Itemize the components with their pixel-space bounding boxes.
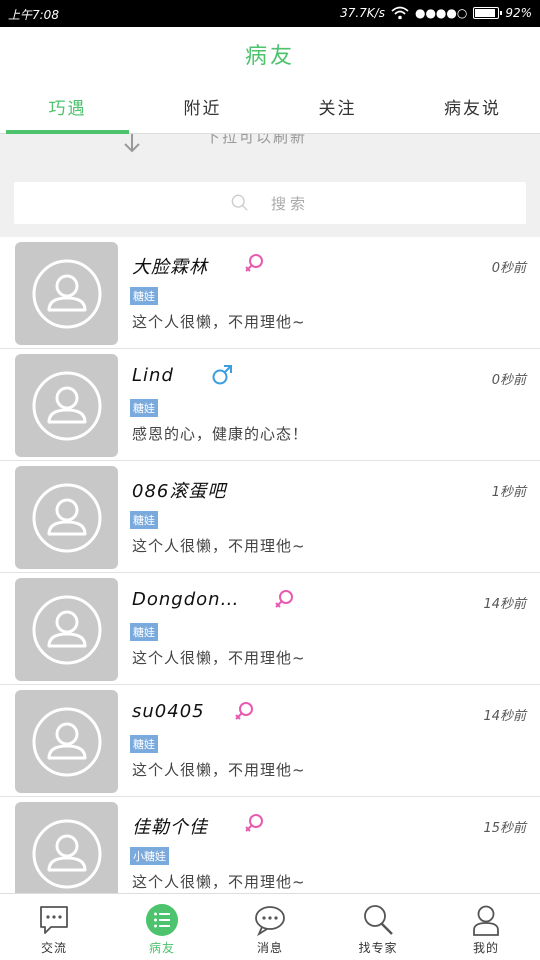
- tab-following[interactable]: 关注: [270, 87, 405, 133]
- network-speed: 37.7K/s: [340, 6, 385, 20]
- default-avatar-icon: [32, 483, 101, 552]
- nav-label-mine: 我的: [472, 941, 499, 955]
- list-item[interactable]: Dongdon… 14秒前糖娃这个人很懒，不用理他~: [0, 573, 540, 685]
- bottom-nav: 交流 病友 消息 找专家 我的: [0, 893, 540, 960]
- nav-item-find-expert[interactable]: 找专家: [324, 894, 432, 960]
- female-icon: [245, 814, 263, 832]
- user-name: 086滚蛋吧: [132, 481, 227, 502]
- list-item[interactable]: su0405 14秒前糖娃这个人很懒，不用理他~: [0, 685, 540, 797]
- nav-item-messages[interactable]: 消息: [216, 894, 324, 960]
- female-icon: [235, 702, 253, 720]
- user-name: 佳勒个佳: [132, 817, 208, 838]
- tab-patient-posts[interactable]: 病友说: [405, 87, 540, 133]
- user-name: Lind: [132, 365, 174, 386]
- list-icon: [146, 904, 178, 936]
- wifi-icon: [391, 6, 409, 20]
- list-item[interactable]: Lind 0秒前糖娃感恩的心，健康的心态！: [0, 349, 540, 461]
- last-active-time: 15秒前: [483, 821, 526, 836]
- avatar[interactable]: [15, 690, 118, 793]
- battery-icon: [473, 7, 503, 19]
- user-list: 大脸霖林 0秒前 糖娃 这个人很懒，不用理他~ Lind 0秒前 糖娃 感恩的心，健康的心态！…: [0, 237, 540, 893]
- user-name: 大脸霖林: [132, 257, 208, 278]
- default-avatar-icon: [32, 595, 101, 664]
- user-name: Dongdon…: [132, 589, 240, 610]
- avatar[interactable]: [15, 578, 118, 681]
- user-name: su0405: [132, 701, 205, 722]
- list-item[interactable]: 佳勒个佳 15秒前小糖娃这个人很懒，不用理他~: [0, 797, 540, 893]
- nav-label-patients: 病友: [148, 941, 175, 955]
- nav-label-find-expert: 找专家: [358, 941, 398, 955]
- search-placeholder: 搜索: [270, 194, 309, 213]
- user-signature: 这个人很懒，不用理他~: [132, 873, 306, 891]
- default-avatar-icon: [32, 259, 101, 328]
- avatar[interactable]: [15, 242, 118, 345]
- user-type-badge: 糖娃: [130, 511, 158, 529]
- user-signature: 感恩的心，健康的心态！: [132, 425, 309, 443]
- default-avatar-icon: [32, 707, 101, 776]
- user-type-badge: 糖娃: [130, 623, 158, 641]
- avatar[interactable]: [15, 802, 118, 893]
- female-icon: [275, 590, 293, 608]
- status-indicators: 37.7K/s ●●●●○ 92%: [340, 6, 532, 20]
- status-time: 上午7:08: [8, 8, 59, 22]
- arrow-down-icon: [122, 134, 142, 159]
- last-active-time: 14秒前: [483, 709, 526, 724]
- avatar[interactable]: [15, 466, 118, 569]
- last-active-time: 0秒前: [491, 373, 526, 388]
- tab-qiaoyu[interactable]: 巧遇: [0, 87, 135, 134]
- tab-nearby[interactable]: 附近: [135, 87, 270, 133]
- nav-item-patients[interactable]: 病友: [108, 894, 216, 960]
- nav-item-chat[interactable]: 交流: [0, 894, 108, 960]
- page-title: 病友: [244, 44, 295, 69]
- chat-bubble-icon: [40, 906, 68, 934]
- user-signature: 这个人很懒，不用理他~: [132, 537, 306, 555]
- user-type-badge: 糖娃: [130, 399, 158, 417]
- tab-bar: 巧遇 附近 关注 病友说: [0, 87, 540, 134]
- app-header: 病友: [0, 27, 540, 87]
- person-icon: [473, 905, 499, 936]
- last-active-time: 14秒前: [483, 597, 526, 612]
- status-bar: 上午7:08 37.7K/s ●●●●○ 92%: [0, 0, 540, 27]
- default-avatar-icon: [32, 819, 101, 888]
- user-type-badge: 糖娃: [130, 735, 158, 753]
- search-icon: [231, 194, 248, 211]
- last-active-time: 1秒前: [491, 485, 526, 500]
- last-active-time: 0秒前: [491, 261, 526, 276]
- message-icon: [255, 906, 285, 937]
- list-item[interactable]: 086滚蛋吧 1秒前糖娃这个人很懒，不用理他~: [0, 461, 540, 573]
- user-signature: 这个人很懒，不用理他~: [132, 313, 306, 331]
- search-bar[interactable]: 搜索: [14, 182, 526, 224]
- avatar[interactable]: [15, 354, 118, 457]
- nav-item-mine[interactable]: 我的: [432, 894, 540, 960]
- battery-percent: 92%: [505, 6, 532, 20]
- list-item[interactable]: 大脸霖林 0秒前糖娃这个人很懒，不用理他~: [0, 237, 540, 349]
- default-avatar-icon: [32, 371, 101, 440]
- user-signature: 这个人很懒，不用理他~: [132, 649, 306, 667]
- female-icon: [245, 254, 263, 272]
- nav-label-messages: 消息: [256, 941, 283, 955]
- refresh-text: 下拉可以刷新: [205, 134, 308, 146]
- male-icon: [212, 365, 232, 385]
- nav-label-chat: 交流: [40, 941, 67, 955]
- user-type-badge: 小糖娃: [130, 847, 169, 865]
- signal-strength: ●●●●○: [414, 6, 468, 20]
- user-signature: 这个人很懒，不用理他~: [132, 761, 306, 779]
- pull-refresh-hint: 下拉可以刷新: [0, 134, 540, 184]
- user-type-badge: 糖娃: [130, 287, 158, 305]
- search-icon: [364, 905, 393, 935]
